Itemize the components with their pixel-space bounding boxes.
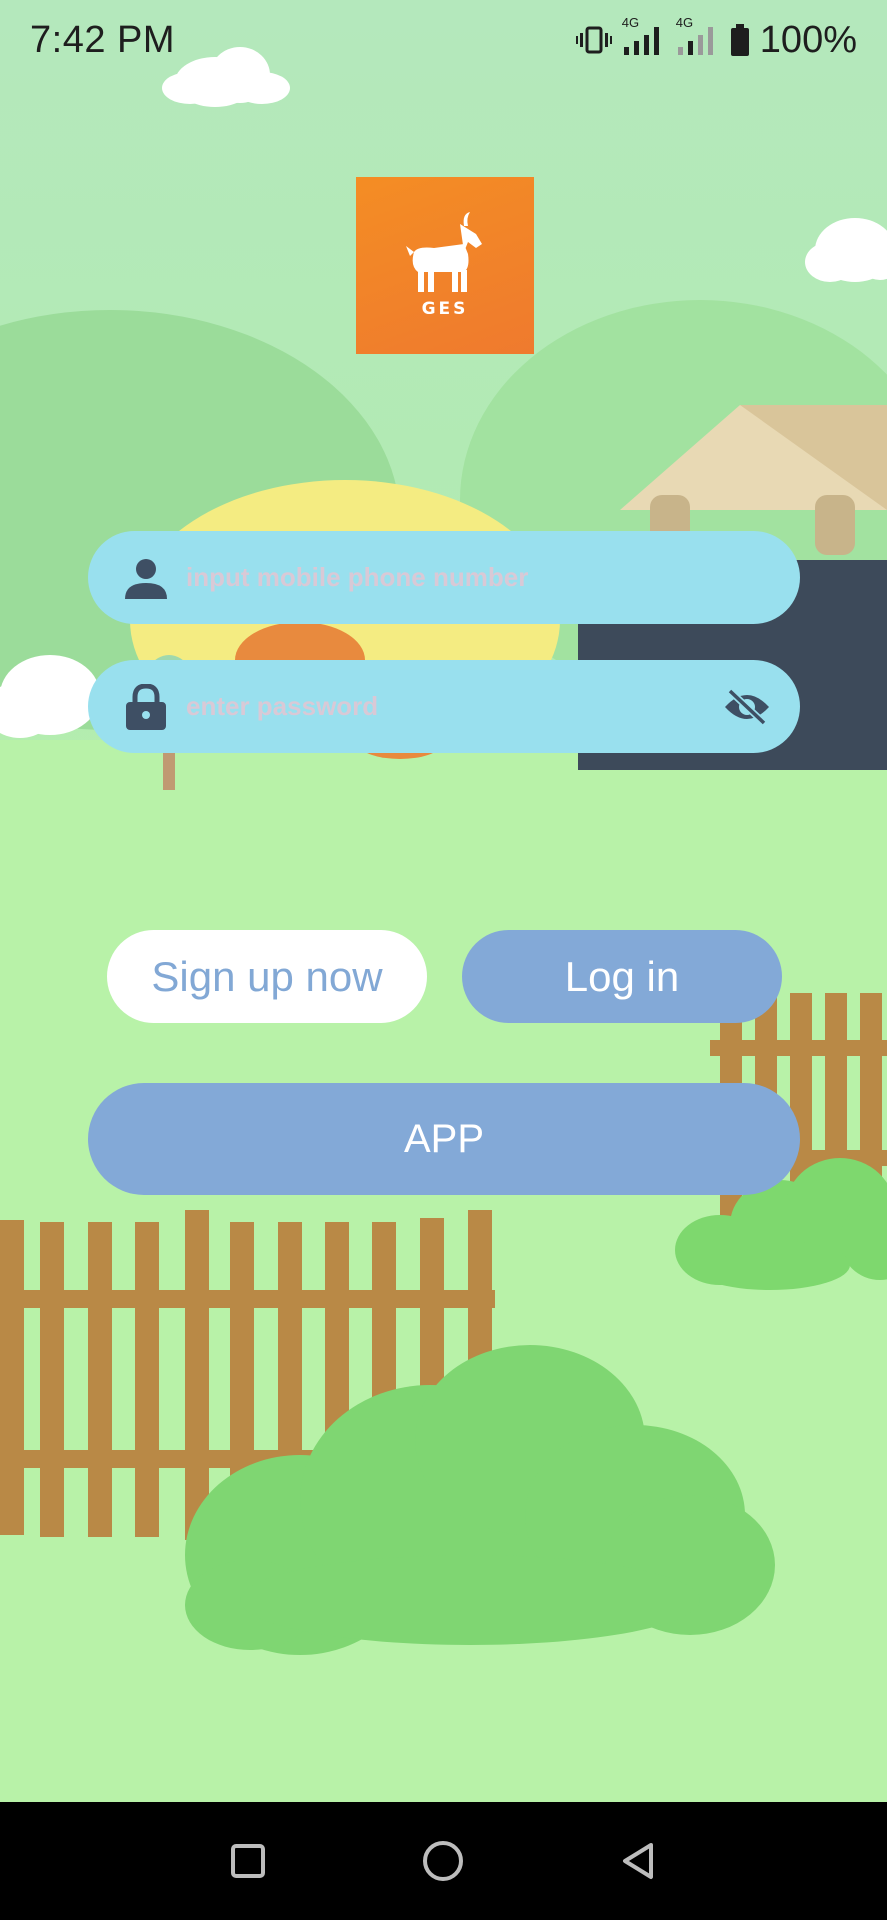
phone-field[interactable] xyxy=(88,531,800,624)
back-icon[interactable] xyxy=(609,1831,669,1891)
navigation-bar xyxy=(0,1802,887,1920)
password-input[interactable] xyxy=(186,691,706,722)
eye-off-icon[interactable] xyxy=(722,682,772,732)
battery-level: 100% xyxy=(759,18,857,61)
status-bar: 7:42 PM 4G 4G 100% xyxy=(0,0,887,80)
cloud-right xyxy=(805,218,887,282)
vibrate-icon xyxy=(575,25,612,55)
signal-icon-2: 4G xyxy=(676,15,720,57)
app-button[interactable]: APP xyxy=(88,1083,800,1195)
status-time: 7:42 PM xyxy=(30,18,176,61)
phone-input[interactable] xyxy=(186,562,706,593)
home-icon[interactable] xyxy=(413,1831,473,1891)
signup-button[interactable]: Sign up now xyxy=(107,930,427,1023)
status-icons: 4G 4G 100% xyxy=(575,15,857,62)
lock-icon xyxy=(118,683,174,730)
network-type-label: 4G xyxy=(621,15,640,30)
network-type-label-2: 4G xyxy=(675,15,694,30)
app-logo: GES xyxy=(356,177,534,354)
signal-icon: 4G xyxy=(622,15,666,57)
logo-text: GES xyxy=(421,299,469,319)
user-icon xyxy=(118,555,174,601)
password-field[interactable] xyxy=(88,660,800,753)
login-button[interactable]: Log in xyxy=(462,930,782,1023)
battery-icon xyxy=(730,24,750,56)
goat-icon xyxy=(404,212,486,297)
recents-icon[interactable] xyxy=(218,1831,278,1891)
